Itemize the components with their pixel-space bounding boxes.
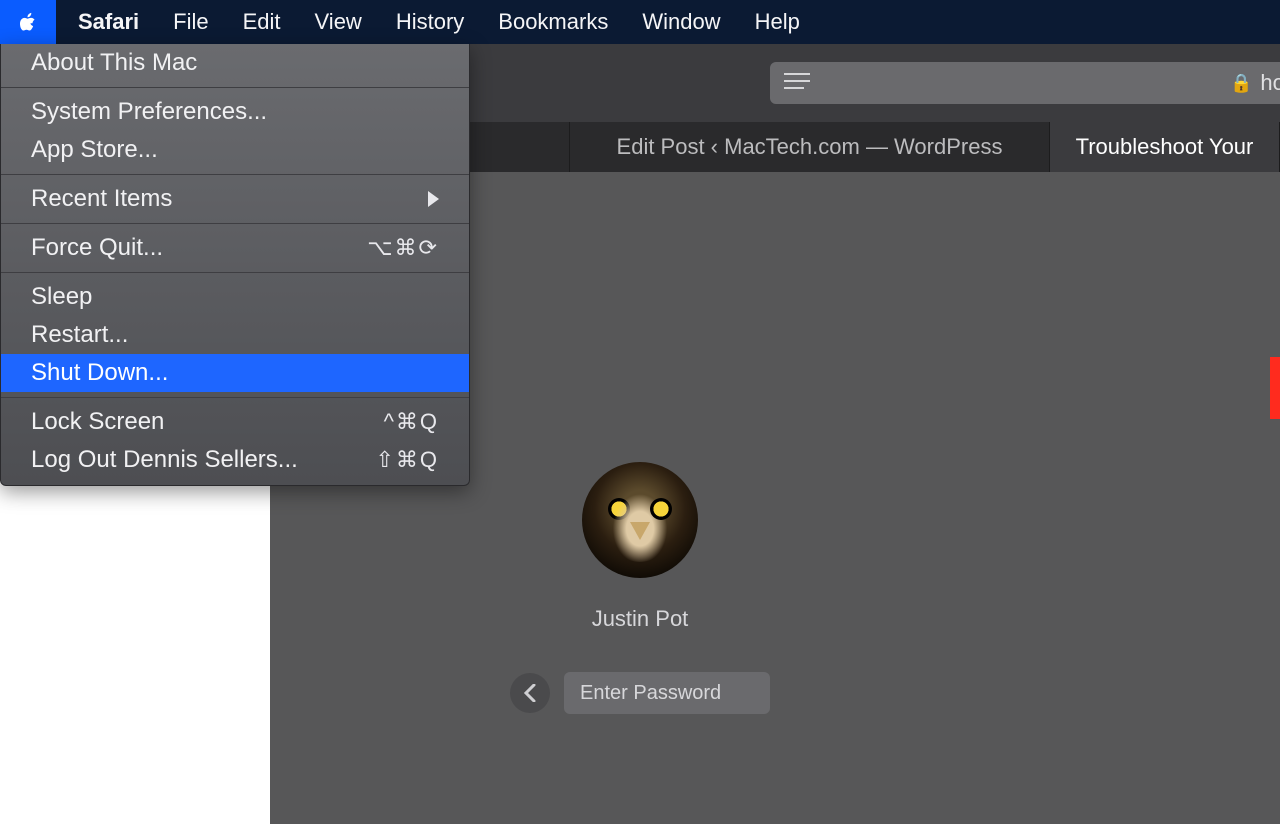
menu-force-quit[interactable]: Force Quit...⌥⌘⟳ (1, 229, 469, 267)
menu-recent-items[interactable]: Recent Items (1, 180, 469, 218)
reader-icon[interactable] (784, 70, 810, 96)
address-domain: howto (1260, 70, 1280, 96)
chevron-right-icon (428, 191, 439, 207)
apple-logo-icon (16, 10, 40, 34)
lock-icon: 🔒 (1230, 73, 1252, 94)
menu-lock-screen[interactable]: Lock Screen^⌘Q (1, 403, 469, 441)
apple-menu-dropdown: About This Mac System Preferences... App… (0, 44, 470, 486)
login-block: Justin Pot Enter Password (510, 462, 770, 714)
tab-2[interactable]: Edit Post ‹ MacTech.com — WordPress (570, 122, 1050, 172)
menu-shut-down[interactable]: Shut Down... (1, 354, 469, 392)
password-input[interactable]: Enter Password (564, 672, 770, 714)
scroll-indicator (1270, 357, 1280, 419)
shortcut-label: ^⌘Q (384, 409, 439, 435)
menu-system-preferences[interactable]: System Preferences... (1, 93, 469, 131)
shortcut-label: ⇧⌘Q (375, 447, 439, 473)
menu-history[interactable]: History (379, 0, 481, 44)
background-gap (0, 556, 266, 824)
menu-separator (1, 272, 469, 273)
apple-menu-button[interactable] (0, 0, 56, 44)
menu-app-store[interactable]: App Store... (1, 131, 469, 169)
menu-safari[interactable]: Safari (56, 0, 156, 44)
menu-separator (1, 223, 469, 224)
menu-separator (1, 397, 469, 398)
menu-restart[interactable]: Restart... (1, 316, 469, 354)
back-button[interactable] (510, 673, 550, 713)
menu-log-out[interactable]: Log Out Dennis Sellers...⇧⌘Q (1, 441, 469, 479)
menu-help[interactable]: Help (738, 0, 817, 44)
menu-window[interactable]: Window (625, 0, 737, 44)
menu-view[interactable]: View (298, 0, 379, 44)
menu-bookmarks[interactable]: Bookmarks (481, 0, 625, 44)
menu-sleep[interactable]: Sleep (1, 278, 469, 316)
menu-separator (1, 174, 469, 175)
username-label: Justin Pot (510, 606, 770, 632)
menu-file[interactable]: File (156, 0, 225, 44)
menu-edit[interactable]: Edit (226, 0, 298, 44)
menubar: Safari File Edit View History Bookmarks … (0, 0, 1280, 44)
menu-about-this-mac[interactable]: About This Mac (1, 44, 469, 82)
menu-separator (1, 87, 469, 88)
tab-3[interactable]: Troubleshoot Your (1050, 122, 1280, 172)
address-bar[interactable]: 🔒 howto (770, 62, 1280, 104)
user-avatar[interactable] (582, 462, 698, 578)
chevron-left-icon (523, 684, 537, 702)
shortcut-label: ⌥⌘⟳ (367, 235, 439, 261)
